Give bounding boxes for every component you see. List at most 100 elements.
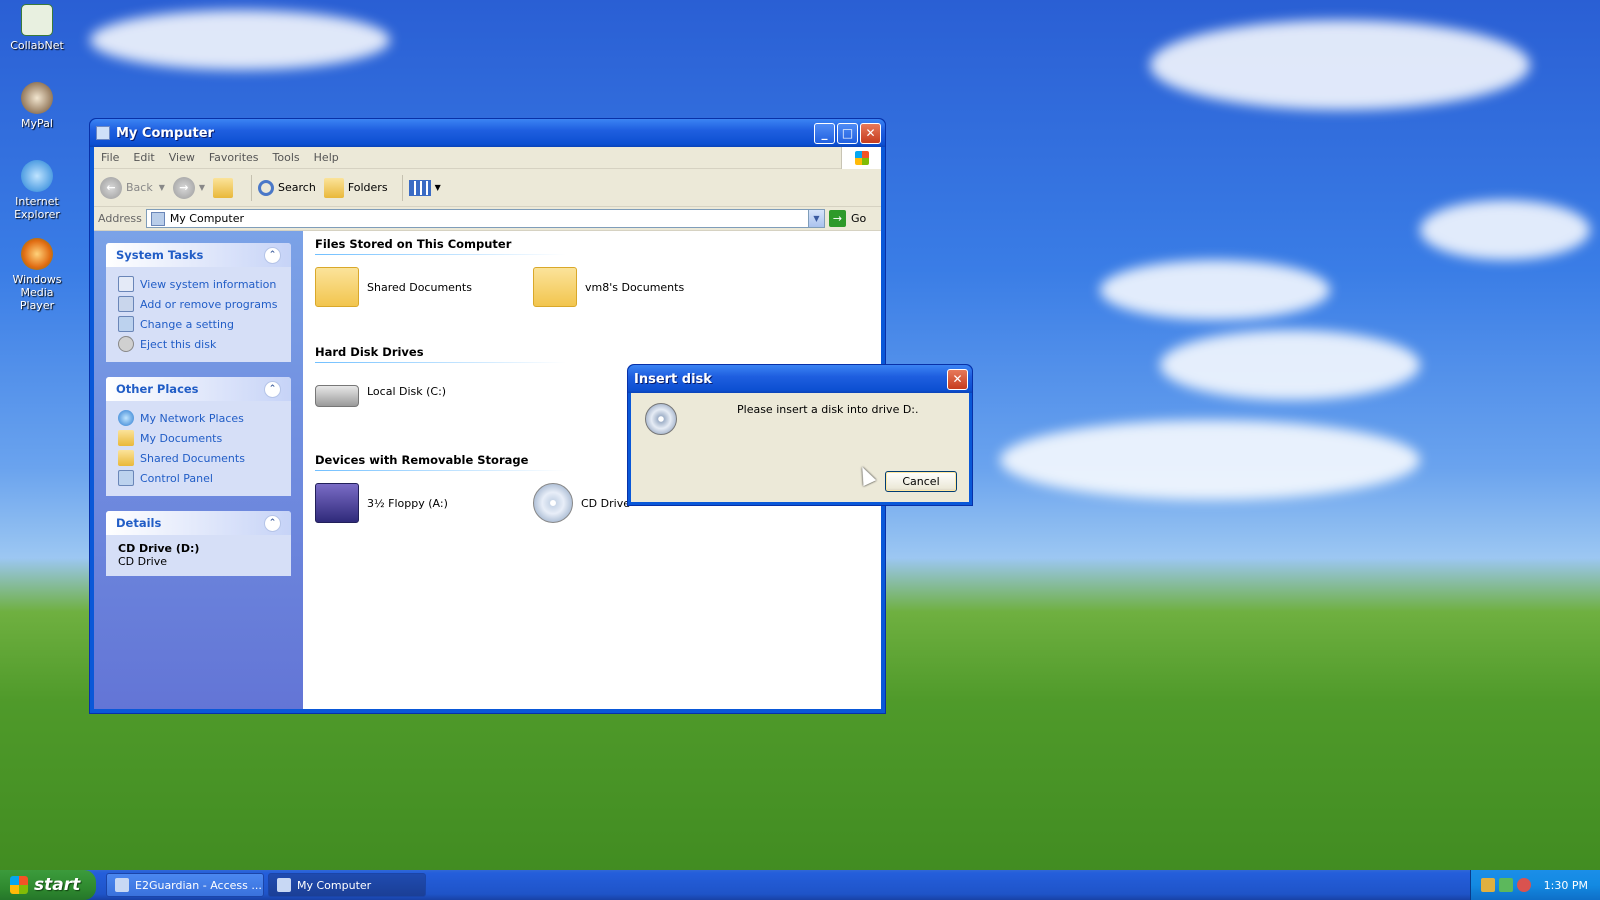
window-titlebar[interactable]: My Computer _ □ ✕: [90, 119, 885, 147]
task-change-setting[interactable]: Change a setting: [118, 314, 281, 334]
task-label: My Computer: [297, 878, 372, 892]
group-header: Devices with Removable Storage: [315, 453, 565, 471]
forward-arrow-icon: →: [172, 176, 195, 199]
desktop-icon-label: Internet Explorer: [14, 195, 60, 221]
system-tray: 1:30 PM: [1470, 870, 1600, 900]
cd-drive-icon: [645, 403, 677, 435]
network-icon[interactable]: [1481, 878, 1495, 892]
group-items: Shared Documents vm8's Documents: [315, 263, 869, 345]
cancel-button[interactable]: Cancel: [885, 471, 957, 492]
search-icon: [258, 179, 275, 196]
add-remove-programs-icon: [118, 296, 134, 312]
forward-dropdown-icon[interactable]: ▼: [199, 183, 205, 192]
desktop-icon-windows-media-player[interactable]: Windows Media Player: [4, 238, 70, 312]
windows-logo-icon: [841, 147, 881, 169]
folder-icon: [118, 430, 134, 446]
place-my-documents[interactable]: My Documents: [118, 428, 281, 448]
panel-title: System Tasks: [116, 248, 204, 262]
collapse-chevron-icon[interactable]: ⌃: [264, 380, 281, 398]
address-dropdown-icon[interactable]: ▼: [808, 210, 824, 227]
dialog-client: Please insert a disk into drive D:. Canc…: [631, 393, 969, 502]
item-floppy-a[interactable]: 3½ Floppy (A:): [315, 483, 533, 523]
my-computer-icon: [277, 878, 291, 892]
dialog-titlebar[interactable]: Insert disk ✕: [628, 365, 972, 393]
cloud: [1100, 260, 1330, 320]
toolbar-separator: [251, 174, 253, 201]
item-label: vm8's Documents: [585, 280, 685, 294]
folders-button[interactable]: Folders: [323, 177, 388, 198]
item-vm8-documents[interactable]: vm8's Documents: [533, 267, 751, 307]
views-button[interactable]: ▼: [408, 179, 441, 196]
task-add-remove-programs[interactable]: Add or remove programs: [118, 294, 281, 314]
collapse-chevron-icon[interactable]: ⌃: [264, 246, 281, 264]
place-my-network-places[interactable]: My Network Places: [118, 408, 281, 428]
menu-bar: File Edit View Favorites Tools Help: [94, 147, 881, 169]
forward-button[interactable]: → ▼: [172, 176, 205, 199]
security-icon[interactable]: [1499, 878, 1513, 892]
menu-edit[interactable]: Edit: [126, 151, 161, 164]
item-shared-documents[interactable]: Shared Documents: [315, 267, 533, 307]
task-eject-disk[interactable]: Eject this disk: [118, 334, 281, 354]
place-label: Shared Documents: [140, 451, 245, 465]
browser-icon: [115, 878, 129, 892]
details-header[interactable]: Details ⌃: [106, 511, 291, 535]
desktop-icon-label: CollabNet: [10, 39, 64, 52]
taskbar: start E2Guardian - Access ... My Compute…: [0, 870, 1600, 900]
minimize-button[interactable]: _: [814, 122, 835, 144]
address-bar: Address My Computer ▼ → Go: [94, 207, 881, 231]
place-shared-documents[interactable]: Shared Documents: [118, 448, 281, 468]
cd-drive-icon: [533, 483, 573, 523]
group-header: Hard Disk Drives: [315, 345, 565, 363]
address-field[interactable]: My Computer ▼: [145, 209, 825, 228]
my-computer-icon: [150, 211, 165, 226]
taskbar-item-e2guardian[interactable]: E2Guardian - Access ...: [106, 873, 264, 897]
desktop-icon-label: MyPal: [21, 117, 53, 130]
desktop-icon-mypal[interactable]: MyPal: [4, 82, 70, 130]
menu-view[interactable]: View: [162, 151, 202, 164]
system-information-icon: [118, 276, 134, 292]
task-label: E2Guardian - Access ...: [135, 878, 262, 892]
back-button[interactable]: ← Back ▼: [100, 176, 165, 199]
taskbar-item-my-computer[interactable]: My Computer: [268, 873, 426, 897]
menu-file[interactable]: File: [94, 151, 126, 164]
place-control-panel[interactable]: Control Panel: [118, 468, 281, 488]
other-places-header[interactable]: Other Places ⌃: [106, 377, 291, 401]
back-arrow-icon: ←: [100, 176, 122, 199]
system-tasks-header[interactable]: System Tasks ⌃: [106, 243, 291, 267]
desktop-icon-internet-explorer[interactable]: Internet Explorer: [4, 160, 70, 221]
collapse-chevron-icon[interactable]: ⌃: [264, 514, 281, 532]
go-button[interactable]: → Go: [829, 210, 877, 227]
maximize-button[interactable]: □: [837, 122, 858, 144]
system-tasks-panel: System Tasks ⌃ View system information A…: [106, 243, 291, 362]
views-dropdown-icon: ▼: [434, 183, 441, 192]
cloud: [90, 10, 390, 70]
menu-help[interactable]: Help: [307, 151, 346, 164]
alert-shield-icon[interactable]: [1517, 878, 1531, 892]
menu-favorites[interactable]: Favorites: [202, 151, 266, 164]
address-label: Address: [98, 212, 142, 225]
details-panel: Details ⌃ CD Drive (D:) CD Drive: [106, 511, 291, 576]
search-button[interactable]: Search: [258, 179, 316, 196]
menu-tools[interactable]: Tools: [266, 151, 307, 164]
dialog-title: Insert disk: [634, 371, 712, 387]
windows-logo-icon: [10, 876, 28, 894]
back-dropdown-icon[interactable]: ▼: [159, 183, 165, 192]
desktop-icon-collabnet[interactable]: CollabNet: [4, 4, 70, 52]
close-button[interactable]: ✕: [860, 122, 881, 144]
task-view-system-information[interactable]: View system information: [118, 274, 281, 294]
internet-explorer-icon: [21, 160, 53, 192]
dialog-close-button[interactable]: ✕: [947, 368, 968, 390]
panel-body: CD Drive (D:) CD Drive: [106, 535, 291, 576]
panel-body: View system information Add or remove pr…: [106, 267, 291, 362]
insert-disk-dialog: Insert disk ✕ Please insert a disk into …: [627, 364, 973, 506]
up-folder-button[interactable]: [213, 177, 237, 198]
folder-icon: [118, 450, 134, 466]
up-folder-icon: [213, 177, 234, 198]
cloud: [1420, 200, 1590, 260]
start-button[interactable]: start: [0, 870, 96, 900]
place-label: Control Panel: [140, 471, 213, 485]
clock[interactable]: 1:30 PM: [1544, 879, 1588, 892]
cloud: [1160, 330, 1420, 400]
item-local-disk-c[interactable]: Local Disk (C:): [315, 375, 533, 407]
toolbar: ← Back ▼ → ▼ Search Folders ▼: [94, 169, 881, 207]
